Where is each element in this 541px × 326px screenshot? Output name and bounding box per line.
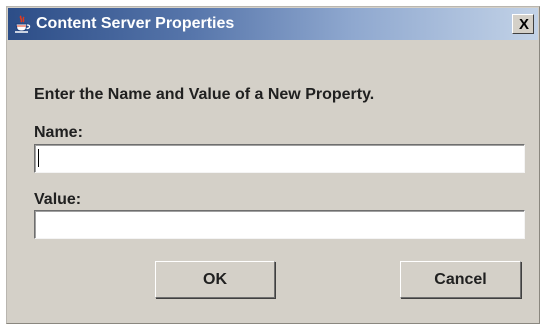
value-input[interactable] xyxy=(34,210,525,239)
cancel-button[interactable]: Cancel xyxy=(400,261,521,298)
instruction-text: Enter the Name and Value of a New Proper… xyxy=(34,86,375,103)
name-input[interactable] xyxy=(34,144,525,173)
close-button[interactable]: X xyxy=(512,14,534,34)
text-caret xyxy=(38,149,39,167)
title-bar[interactable]: Content Server Properties X xyxy=(8,8,538,40)
ok-button[interactable]: OK xyxy=(155,261,275,298)
dialog-window: Content Server Properties X Enter the Na… xyxy=(6,6,540,324)
window-title: Content Server Properties xyxy=(36,15,235,32)
name-label: Name: xyxy=(34,124,83,141)
java-coffee-cup-icon xyxy=(12,15,32,35)
value-label: Value: xyxy=(34,191,82,208)
